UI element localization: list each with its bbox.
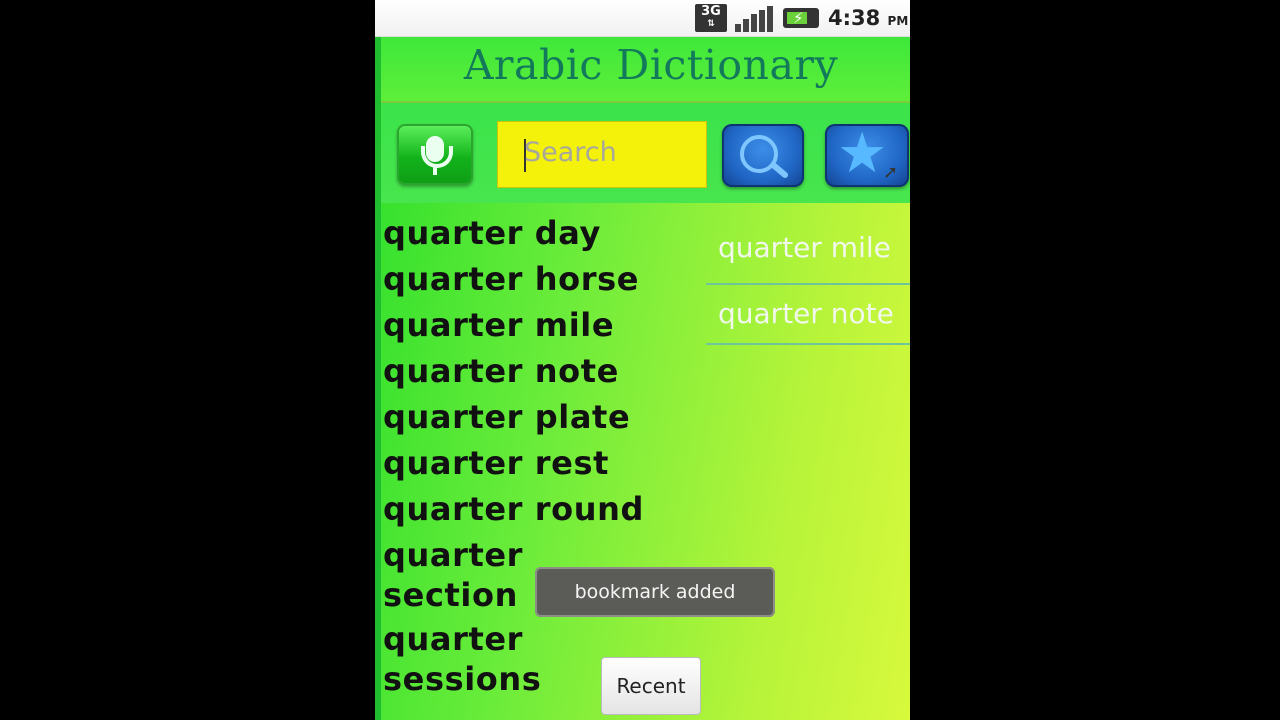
word-list-item[interactable]: quarter mile <box>381 305 691 351</box>
bookmark-button[interactable]: ★ ➚ <box>825 124 909 187</box>
word-list-item[interactable]: quarter sessions <box>381 619 558 699</box>
title-bar: Arabic Dictionary <box>381 37 910 103</box>
search-button[interactable] <box>722 124 804 187</box>
bookmark-list: quarter mile quarter note <box>706 213 910 345</box>
battery-charging-icon: ⚡ <box>783 8 819 28</box>
bookmark-list-item[interactable]: quarter mile <box>706 213 910 285</box>
app-title: Arabic Dictionary <box>463 41 839 89</box>
phone-screen: 3G ⇅ ⚡ 4:38 PM Arabic Dictionary Search … <box>375 0 910 720</box>
word-list: quarter day quarter horse quarter mile q… <box>381 213 691 703</box>
word-list-item[interactable]: quarter horse <box>381 259 691 305</box>
word-list-item[interactable]: quarter round <box>381 489 691 535</box>
word-list-item[interactable]: quarter note <box>381 351 691 397</box>
network-label: 3G <box>701 4 721 19</box>
clock: 4:38 PM <box>828 6 908 30</box>
status-bar: 3G ⇅ ⚡ 4:38 PM <box>375 0 910 37</box>
star-icon: ★ <box>837 121 888 186</box>
app-body: Arabic Dictionary Search ★ ➚ quarter day… <box>375 37 910 720</box>
mouse-pointer-icon: ➚ <box>883 162 899 183</box>
word-list-item[interactable]: quarter plate <box>381 397 691 443</box>
word-list-item[interactable]: quarter day <box>381 213 691 259</box>
word-list-item[interactable]: quarter rest <box>381 443 691 489</box>
voice-search-button[interactable] <box>397 124 473 185</box>
signal-strength-icon <box>735 6 773 32</box>
recent-button[interactable]: Recent <box>601 657 701 715</box>
data-arrows-icon: ⇅ <box>707 19 715 29</box>
search-placeholder: Search <box>524 137 617 168</box>
word-list-item[interactable]: quarter section <box>381 535 558 615</box>
network-3g-icon: 3G ⇅ <box>695 4 727 32</box>
clock-ampm: PM <box>887 14 909 28</box>
search-toolbar: Search ★ ➚ <box>381 103 910 203</box>
toast-message: bookmark added <box>535 567 775 617</box>
clock-time: 4:38 <box>828 6 881 30</box>
bookmark-list-item[interactable]: quarter note <box>706 285 910 345</box>
search-input[interactable]: Search <box>497 121 707 188</box>
